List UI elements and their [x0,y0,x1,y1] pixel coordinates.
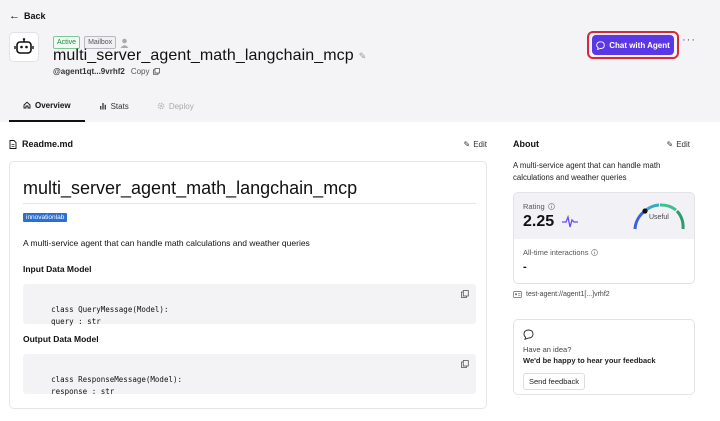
send-feedback-button[interactable]: Send feedback [523,373,586,390]
agent-address: @agent1qt...9vrhf2 [53,67,125,76]
agent-avatar [9,32,39,62]
interactions-label: All-time interactions [523,248,589,257]
rating-label-row: Rating [523,202,555,211]
about-description: A multi-service agent that can handle ma… [513,161,661,182]
edit-name-icon[interactable]: ✎ [359,51,367,62]
output-code-block: class ResponseMessage(Model): response :… [23,354,476,396]
tab-stats-label: Stats [110,101,129,111]
tag-badge[interactable]: innovationlab [23,213,68,222]
id-card-icon [513,291,522,298]
copy-code-icon[interactable] [461,290,469,298]
tab-overview[interactable]: Overview [9,90,85,122]
info-icon[interactable] [591,249,599,256]
stats-card: Rating 2.25 Useful All-time interactions [513,192,695,284]
copy-label: Copy [130,67,150,76]
readme-h1: multi_server_agent_math_langchain_mcp [23,178,358,198]
agent-address-row: @agent1qt...9vrhf2 Copy [53,67,160,76]
copy-address-button[interactable]: Copy [131,67,160,76]
edit-icon: ✎ [666,139,674,149]
feedback-question: Have an idea? [523,345,572,354]
tab-stats[interactable]: Stats [85,90,143,122]
chat-bubble-icon [523,329,534,340]
chat-bubble-icon [596,40,605,50]
about-header: About ✎ Edit [513,139,690,149]
test-agent-link[interactable]: test-agent://agent1[...]vrhf2 [513,291,610,298]
rating-panel: Rating 2.25 Useful [514,193,694,239]
interactions-label-row: All-time interactions [523,248,599,257]
arrow-left-icon: ← [9,10,20,22]
rating-text: Useful [649,214,669,221]
readme-card: multi_server_agent_math_langchain_mcp in… [9,161,487,409]
tab-bar: Overview Stats Deploy [9,90,208,122]
feedback-card: Have an idea? We'd be happy to hear your… [513,319,695,395]
bar-chart-icon [99,103,106,110]
rating-label: Rating [523,202,545,211]
copy-code-icon[interactable] [461,360,469,368]
about-heading: About [513,139,539,149]
copy-icon [152,68,160,75]
divider [23,203,476,204]
input-code: class QueryMessage(Model): query : str [51,305,169,326]
gear-icon [157,102,165,110]
pulse-icon [562,215,578,228]
edit-icon: ✎ [463,139,471,149]
rating-value: 2.25 [523,213,555,230]
back-label: Back [24,11,46,21]
readme-description: A multi-service agent that can handle ma… [23,238,310,248]
chat-button-label: Chat with Agent [609,40,670,50]
about-edit-label: Edit [676,139,690,149]
readme-heading: Readme.md [9,139,73,149]
input-code-block: class QueryMessage(Model): query : str [23,284,476,326]
readme-header: Readme.md ✎ Edit [9,139,487,149]
input-model-heading: Input Data Model [23,264,92,274]
tab-overview-label: Overview [35,100,71,110]
more-options-button[interactable]: ··· [682,34,696,46]
feedback-message: We'd be happy to hear your feedback [523,356,656,365]
readme-edit-label: Edit [473,139,487,149]
readme-edit-button[interactable]: ✎ Edit [464,140,488,149]
output-model-heading: Output Data Model [23,334,99,344]
info-icon[interactable] [547,203,555,210]
agent-title: multi_server_agent_math_langchain_mcp ✎ [53,47,366,65]
about-edit-button[interactable]: ✎ Edit [667,140,691,149]
readme-title: Readme.md [22,139,74,149]
back-link[interactable]: ← Back [9,10,46,22]
interactions-value: - [523,261,527,273]
chat-with-agent-button[interactable]: Chat with Agent [592,35,674,55]
agent-name: multi_server_agent_math_langchain_mcp [53,47,354,64]
output-code: class ResponseMessage(Model): response :… [51,375,183,396]
tab-deploy[interactable]: Deploy [143,90,208,122]
tab-deploy-label: Deploy [168,101,194,111]
home-icon [23,101,31,109]
document-icon [9,139,17,149]
user-icon [120,38,129,48]
test-agent-address: test-agent://agent1[...]vrhf2 [526,291,610,298]
robot-icon [14,38,34,54]
